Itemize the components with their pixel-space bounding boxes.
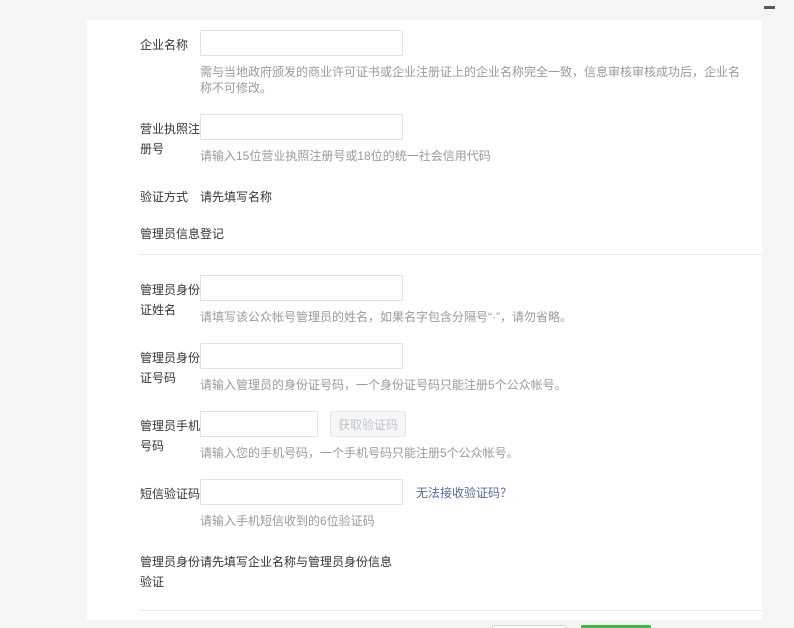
registration-page: 企业名称 需与当地政府颁发的商业许可证书或企业注册证上的企业名称完全一致，信息审… <box>0 0 794 628</box>
admin-id-number-input[interactable] <box>200 343 403 369</box>
company-name-input[interactable] <box>200 30 403 56</box>
sms-code-label: 短信验证码 <box>140 479 200 529</box>
admin-id-name-field: 请填写该公众帐号管理员的姓名，如果名字包含分隔号“·”，请勿省略。 <box>200 275 762 325</box>
registration-form-panel: 企业名称 需与当地政府颁发的商业许可证书或企业注册证上的企业名称完全一致，信息审… <box>87 20 762 620</box>
cannot-receive-code-link[interactable]: 无法接收验证码？ <box>416 484 512 501</box>
scrollbar-dash-icon <box>764 6 775 9</box>
admin-phone-hint: 请输入您的手机号码，一个手机号码只能注册5个公众帐号。 <box>200 445 762 461</box>
admin-id-name-label: 管理员身份证姓名 <box>140 275 200 325</box>
license-number-label: 营业执照注册号 <box>140 114 200 164</box>
license-number-hint: 请输入15位营业执照注册号或18位的统一社会信用代码 <box>200 148 762 164</box>
admin-phone-label: 管理员手机号码 <box>140 411 200 461</box>
sms-code-input[interactable] <box>200 479 403 505</box>
admin-section-divider <box>140 254 762 255</box>
verify-method-field: 请先填写名称 <box>200 182 762 207</box>
form-row-sms-code: 短信验证码 无法接收验证码？ 请输入手机短信收到的6位验证码 <box>140 479 762 529</box>
form-row-admin-verify: 管理员身份验证 请先填写企业名称与管理员身份信息 <box>140 547 762 592</box>
admin-id-number-label: 管理员身份证号码 <box>140 343 200 393</box>
sms-code-field: 无法接收验证码？ 请输入手机短信收到的6位验证码 <box>200 479 762 529</box>
admin-id-number-field: 请输入管理员的身份证号码，一个身份证号码只能注册5个公众帐号。 <box>200 343 762 393</box>
verify-method-label: 验证方式 <box>140 182 200 207</box>
verify-method-value: 请先填写名称 <box>200 182 762 207</box>
admin-verify-label: 管理员身份验证 <box>140 547 200 592</box>
footer-divider <box>140 610 762 611</box>
company-name-label: 企业名称 <box>140 30 200 96</box>
admin-verify-field: 请先填写企业名称与管理员身份信息 <box>200 547 762 592</box>
form-row-license-number: 营业执照注册号 请输入15位营业执照注册号或18位的统一社会信用代码 <box>140 114 762 164</box>
company-name-hint: 需与当地政府颁发的商业许可证书或企业注册证上的企业名称完全一致，信息审核审核成功… <box>200 64 762 96</box>
admin-id-name-hint: 请填写该公众帐号管理员的姓名，如果名字包含分隔号“·”，请勿省略。 <box>200 309 762 325</box>
admin-id-name-input[interactable] <box>200 275 403 301</box>
admin-phone-input[interactable] <box>200 411 318 437</box>
form-row-admin-id-number: 管理员身份证号码 请输入管理员的身份证号码，一个身份证号码只能注册5个公众帐号。 <box>140 343 762 393</box>
form-row-verify-method: 验证方式 请先填写名称 <box>140 182 762 207</box>
license-number-field: 请输入15位营业执照注册号或18位的统一社会信用代码 <box>200 114 762 164</box>
form-row-admin-phone: 管理员手机号码 获取验证码 请输入您的手机号码，一个手机号码只能注册5个公众帐号… <box>140 411 762 461</box>
admin-id-number-hint: 请输入管理员的身份证号码，一个身份证号码只能注册5个公众帐号。 <box>200 377 762 393</box>
admin-section-title: 管理员信息登记 <box>140 225 762 242</box>
sms-code-hint: 请输入手机短信收到的6位验证码 <box>200 513 762 529</box>
form-row-company-name: 企业名称 需与当地政府颁发的商业许可证书或企业注册证上的企业名称完全一致，信息审… <box>140 30 762 96</box>
company-name-field: 需与当地政府颁发的商业许可证书或企业注册证上的企业名称完全一致，信息审核审核成功… <box>200 30 762 96</box>
admin-verify-value: 请先填写企业名称与管理员身份信息 <box>200 547 762 572</box>
form-row-admin-id-name: 管理员身份证姓名 请填写该公众帐号管理员的姓名，如果名字包含分隔号“·”，请勿省… <box>140 275 762 325</box>
license-number-input[interactable] <box>200 114 403 140</box>
admin-phone-field: 获取验证码 请输入您的手机号码，一个手机号码只能注册5个公众帐号。 <box>200 411 762 461</box>
get-verification-code-button[interactable]: 获取验证码 <box>330 411 406 437</box>
